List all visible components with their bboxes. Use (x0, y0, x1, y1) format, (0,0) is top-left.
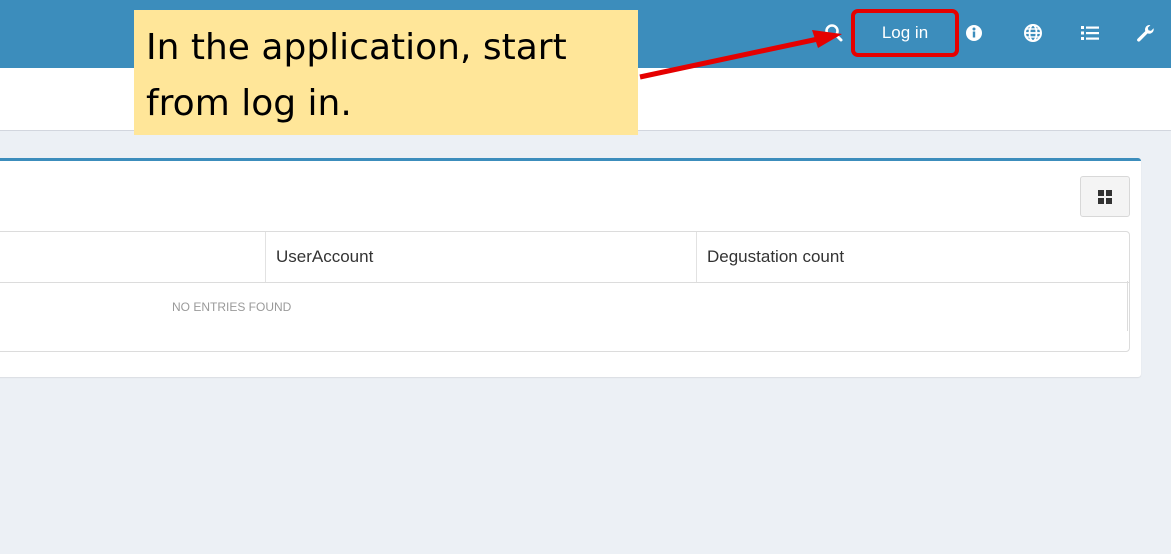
callout-line-2: from log in. (146, 83, 352, 124)
column-divider (265, 232, 266, 282)
view-toggle-button[interactable] (1080, 176, 1130, 217)
column-divider (696, 232, 697, 282)
callout-line-1: In the application, start (146, 27, 567, 68)
search-icon[interactable] (822, 20, 846, 46)
instruction-callout: In the application, start from log in. (134, 10, 638, 135)
column-header-degustation-count[interactable]: Degustation count (707, 232, 844, 282)
globe-icon[interactable] (1021, 20, 1045, 46)
column-header-useraccount[interactable]: UserAccount (276, 232, 373, 282)
list-icon[interactable] (1078, 20, 1102, 46)
table-scroll-edge (1127, 281, 1128, 331)
wrench-icon[interactable] (1133, 20, 1157, 46)
table-header-row: UserAccount Degustation count (0, 232, 1129, 283)
login-button-label: Log in (881, 23, 929, 42)
info-icon[interactable] (962, 20, 986, 46)
grid-icon (1098, 189, 1112, 204)
no-entries-message: NO ENTRIES FOUND (172, 300, 292, 314)
login-button[interactable]: Log in (851, 9, 959, 57)
entries-table: UserAccount Degustation count NO ENTRIES… (0, 231, 1130, 352)
